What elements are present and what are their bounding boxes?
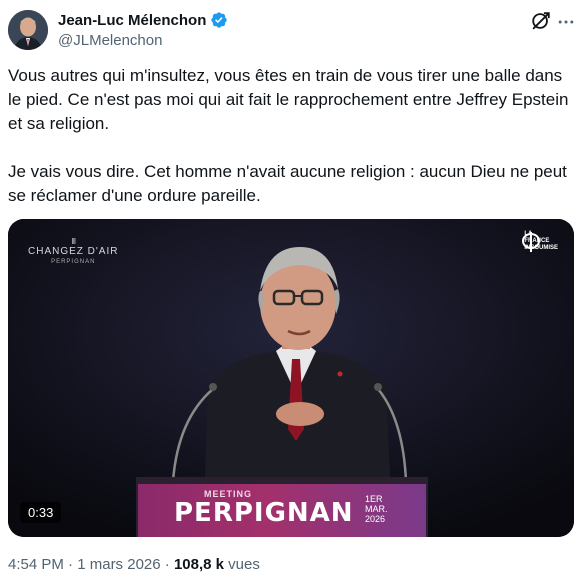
phi-logo-icon [522, 232, 541, 252]
views-count[interactable]: 108,8 k [174, 556, 224, 573]
verified-badge-icon [211, 12, 228, 28]
tweet-meta: 4:54 PM · 1 mars 2026 · 108,8 k vues [8, 556, 260, 573]
lectern-banner: MEETING PERPIGNAN 1ER MAR. 2026 [138, 484, 426, 537]
banner-date: 1ER MAR. 2026 [365, 494, 388, 524]
author-display-name[interactable]: Jean-Luc Mélenchon [58, 12, 206, 29]
author-handle[interactable]: @JLMelenchon [58, 32, 228, 49]
views-label: vues [224, 556, 260, 573]
tweet-paragraph-1: Vous autres qui m'insultez, vous êtes en… [8, 66, 569, 133]
banner-city: PERPIGNAN [174, 498, 354, 528]
tweet-text: Vous autres qui m'insultez, vous êtes en… [8, 64, 578, 208]
more-icon[interactable] [556, 12, 576, 32]
tweet-time[interactable]: 4:54 PM [8, 556, 64, 573]
meta-separator-2: · [160, 556, 174, 573]
tweet-paragraph-2: Je vais vous dire. Cet homme n'avait auc… [8, 162, 567, 205]
event-logo-text: CHANGEZ D'AIR [28, 246, 119, 257]
banner-date-day: 1ER [365, 494, 383, 504]
banner-date-year: 2026 [365, 514, 386, 524]
party-logo: LA FRANCE INSOUMISE [521, 231, 558, 252]
meta-separator: · [63, 556, 78, 573]
event-logo: III CHANGEZ D'AIR PERPIGNAN [28, 237, 119, 265]
tweet-header: Jean-Luc Mélenchon @JLMelenchon [8, 8, 576, 52]
avatar[interactable] [8, 10, 48, 50]
banner-date-month: MAR. [365, 504, 388, 514]
grok-icon[interactable] [530, 10, 552, 32]
video-duration: 0:33 [20, 502, 62, 523]
event-logo-subtext: PERPIGNAN [51, 259, 96, 265]
video-player[interactable]: III CHANGEZ D'AIR PERPIGNAN LA FRANCE IN… [8, 219, 574, 537]
tweet-date[interactable]: 1 mars 2026 [77, 556, 160, 573]
